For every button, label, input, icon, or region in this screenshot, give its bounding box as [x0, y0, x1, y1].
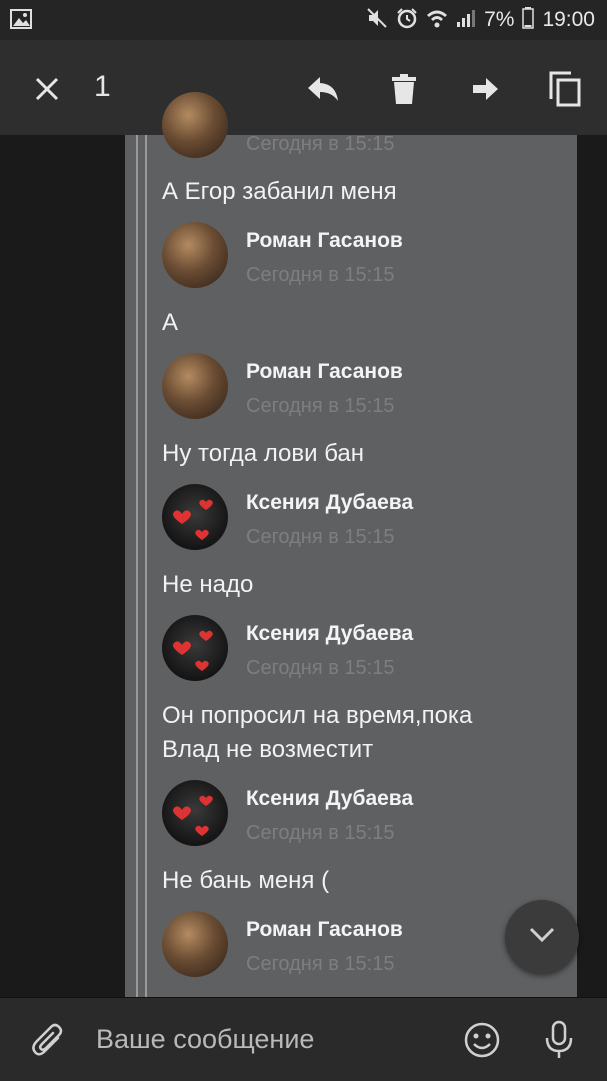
- message-time: Сегодня в 15:15: [246, 526, 395, 548]
- gallery-icon: [10, 9, 32, 34]
- message-input[interactable]: Ваше сообщение: [96, 1024, 314, 1055]
- message-time: Сегодня в 15:15: [246, 822, 395, 844]
- delete-icon[interactable]: [384, 69, 424, 109]
- avatar-roman: [162, 222, 228, 288]
- message-composer: Ваше сообщение: [0, 997, 607, 1081]
- clock: 19:00: [542, 8, 595, 31]
- message-text: А Егор забанил меня: [162, 178, 397, 205]
- message-time: Сегодня в 15:15: [246, 133, 395, 155]
- message-text: Он попросил на время,пока: [162, 702, 473, 729]
- message-author: Роман Гасанов: [246, 229, 403, 252]
- message-author: Ксения Дубаева: [246, 622, 414, 645]
- scroll-down-button[interactable]: [505, 900, 579, 974]
- avatar-ksenia: [162, 615, 228, 681]
- avatar-ksenia: [162, 484, 228, 550]
- message-text: Ну тогда лови бан: [162, 440, 365, 467]
- selection-action-bar: 1: [0, 40, 607, 135]
- reply-icon[interactable]: [303, 69, 343, 109]
- mute-icon: [366, 7, 388, 34]
- message-time: Сегодня в 15:15: [246, 264, 395, 286]
- close-icon[interactable]: [27, 69, 67, 109]
- message-text: Влад не возместит: [162, 736, 374, 763]
- message-text: А: [162, 309, 179, 336]
- message-text: Не надо: [162, 571, 254, 598]
- avatar-ksenia: [162, 780, 228, 846]
- message-author: Ксения Дубаева: [246, 787, 414, 810]
- message-time: Сегодня в 15:15: [246, 657, 395, 679]
- alarm-icon: [396, 7, 418, 34]
- message-time: Сегодня в 15:15: [246, 395, 395, 417]
- wifi-icon: [426, 8, 448, 33]
- message-text: Не бань меня (: [162, 867, 330, 894]
- microphone-icon[interactable]: [537, 1018, 581, 1062]
- forward-icon[interactable]: [465, 69, 505, 109]
- battery-percent: 7%: [484, 8, 515, 31]
- selected-count: 1: [94, 70, 111, 103]
- copy-icon[interactable]: [545, 69, 585, 109]
- battery-icon: [522, 6, 535, 34]
- message-time: Сегодня в 15:15: [246, 953, 395, 975]
- avatar-roman: [162, 353, 228, 419]
- message-author: Ксения Дубаева: [246, 491, 414, 514]
- attach-icon[interactable]: [26, 1018, 70, 1062]
- status-bar: 7% 19:00: [0, 0, 607, 40]
- quote-line: [136, 135, 138, 997]
- avatar-roman: [162, 92, 228, 158]
- signal-icon: [456, 8, 476, 33]
- quote-line: [145, 135, 147, 997]
- chevron-down-icon: [528, 926, 556, 949]
- message-author: Роман Гасанов: [246, 360, 403, 383]
- message-author: Роман Гасанов: [246, 918, 403, 941]
- avatar-roman: [162, 911, 228, 977]
- emoji-icon[interactable]: [460, 1018, 504, 1062]
